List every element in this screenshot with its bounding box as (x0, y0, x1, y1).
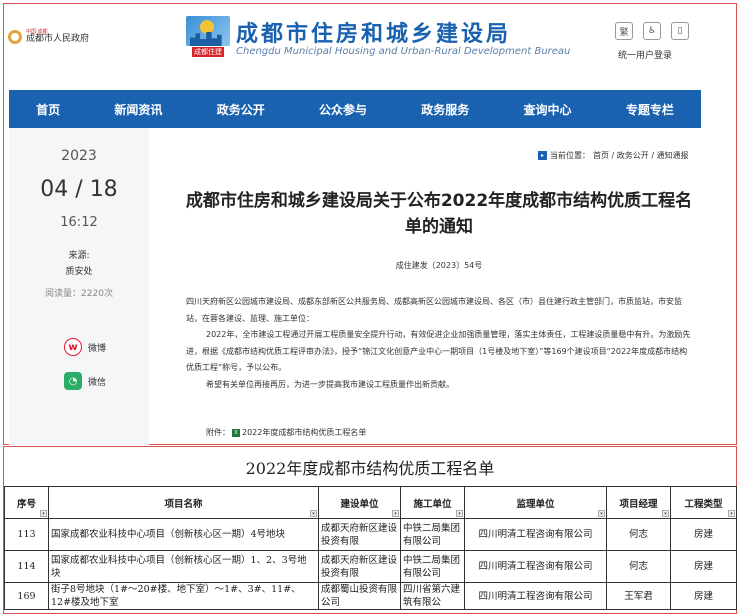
traditional-chinese-icon[interactable]: 繁 (615, 22, 633, 40)
publish-time: 16:12 (60, 215, 98, 230)
cell-builder: 成都天府新区建设投资有限 (318, 550, 401, 583)
cell-type: 房建 (670, 550, 737, 583)
article-info-panel: 2023 04 / 18 16:12 来源: 质安处 阅读量：2220次 w 微… (9, 128, 149, 445)
attachment-label: 附件： (206, 428, 230, 437)
cell-index: 114 (4, 550, 49, 583)
share-wechat-button[interactable]: ◔ 微信 (64, 372, 106, 390)
column-header-index[interactable]: 序号 ▾ (4, 486, 49, 519)
breadcrumb-path[interactable]: 首页 / 政务公开 / 通知通报 (593, 150, 689, 161)
cell-project-name: 国家成都农业科技中心项目（创新核心区一期）4号地块 (48, 518, 319, 551)
table-header-row: 序号 ▾ 项目名称 ▾ 建设单位 ▾ 施工单位 ▾ 监理单位 ▾ 项目经理 ▾ 工程类型 ▾ (4, 486, 737, 519)
project-list-table: 序号 ▾ 项目名称 ▾ 建设单位 ▾ 施工单位 ▾ 监理单位 ▾ 项目经理 ▾ 工程类型 ▾ … (4, 486, 737, 610)
filter-dropdown-icon: ▾ (392, 510, 399, 517)
nav-item-home[interactable]: 首页 (30, 101, 66, 118)
cell-contractor: 四川省第六建筑有限公 (400, 582, 465, 610)
publish-year: 2023 (61, 148, 97, 164)
cell-project-name: 国家成都农业科技中心项目（创新核心区一期）1、2、3号地块 (48, 550, 319, 583)
table-row: 114 国家成都农业科技中心项目（创新核心区一期）1、2、3号地块 成都天府新区… (4, 550, 737, 583)
sun-icon (200, 20, 214, 34)
government-emblem-icon (8, 30, 22, 44)
header-tools: 繁 ♿ ▯ (615, 22, 689, 40)
excel-file-icon: X (232, 428, 240, 437)
attachment-link[interactable]: 2022年度成都市结构优质工程名单 (242, 427, 366, 438)
cell-project-name: 街子8号地块（1#～20#楼、地下室）～1#、3#、11#、12#楼及地下室 (48, 582, 319, 610)
breadcrumb-label: 当前位置： (550, 151, 590, 160)
cell-type: 房建 (670, 518, 737, 551)
cell-manager: 王军君 (606, 582, 671, 610)
column-header-builder[interactable]: 建设单位 ▾ (318, 486, 401, 519)
cell-supervisor: 四川明清工程咨询有限公司 (464, 582, 607, 610)
chengdu-government-logo[interactable]: 中国·成都 成都市人民政府 (8, 30, 89, 44)
mobile-icon[interactable]: ▯ (671, 22, 689, 40)
filter-dropdown-icon: ▾ (598, 510, 605, 517)
column-header-manager[interactable]: 项目经理 ▾ (606, 486, 671, 519)
article-paragraph: 希望有关单位再接再厉，为进一步提高我市建设工程质量作出新贡献。 (206, 379, 454, 389)
cell-contractor: 中铁二局集团有限公司 (400, 518, 465, 551)
article-title: 成都市住房和城乡建设局关于公布2022年度成都市结构优质工程名单的通知 (185, 191, 693, 237)
main-nav: 首页 新闻资讯 政务公开 公众参与 政务服务 查询中心 专题专栏 (9, 90, 701, 128)
article-paragraph: 2022年，全市建设工程通过开展工程质量安全提升行动，有效促进企业加强质量管理，… (186, 330, 691, 372)
nav-item-gov-affairs[interactable]: 政务公开 (211, 101, 271, 118)
bureau-logo[interactable]: 成都住建 (186, 16, 230, 58)
gov-name: 成都市人民政府 (26, 34, 90, 44)
cell-type: 房建 (670, 582, 737, 610)
publish-month-day: 04 / 18 (40, 177, 118, 202)
cell-index: 113 (4, 518, 49, 551)
table-row: 113 国家成都农业科技中心项目（创新核心区一期）4号地块 成都天府新区建设投资… (4, 518, 737, 551)
breadcrumb: ▸ 当前位置： 首页 / 政务公开 / 通知通报 (538, 150, 689, 161)
source-label: 来源: (68, 251, 90, 261)
cell-builder: 成都蜀山投资有限公司 (318, 582, 401, 610)
share-weibo-label: 微博 (88, 343, 107, 354)
nav-item-topics[interactable]: 专题专栏 (620, 101, 680, 118)
cell-manager: 何志 (606, 550, 671, 583)
location-icon: ▸ (538, 151, 547, 160)
sheet-title: 2022年度成都市结构优质工程名单 (245, 459, 495, 478)
filter-dropdown-icon: ▾ (310, 510, 317, 517)
wechat-icon: ◔ (64, 372, 82, 390)
nav-item-news[interactable]: 新闻资讯 (108, 101, 168, 118)
nav-item-query[interactable]: 查询中心 (518, 101, 578, 118)
cell-builder: 成都天府新区建设投资有限 (318, 518, 401, 551)
unified-login-link[interactable]: 统一用户登录 (618, 48, 672, 61)
accessibility-icon[interactable]: ♿ (643, 22, 661, 40)
site-subtitle: Chengdu Municipal Housing and Urban-Rura… (236, 46, 571, 57)
read-count: 阅读量：2220次 (45, 289, 113, 299)
column-header-type[interactable]: 工程类型 ▾ (670, 486, 737, 519)
nav-item-participation[interactable]: 公众参与 (313, 101, 373, 118)
filter-dropdown-icon: ▾ (40, 510, 47, 517)
cell-supervisor: 四川明清工程咨询有限公司 (464, 518, 607, 551)
filter-dropdown-icon: ▾ (456, 510, 463, 517)
filter-dropdown-icon: ▾ (728, 510, 735, 517)
source-value: 质安处 (65, 267, 93, 277)
cell-supervisor: 四川明清工程咨询有限公司 (464, 550, 607, 583)
share-weibo-button[interactable]: w 微博 (64, 338, 106, 356)
attachment: 附件： X 2022年度成都市结构优质工程名单 (206, 427, 366, 438)
column-header-supervisor[interactable]: 监理单位 ▾ (464, 486, 607, 519)
column-header-contractor[interactable]: 施工单位 ▾ (400, 486, 465, 519)
article-body: 四川天府新区公园城市建设局、成都东部新区公共服务局、成都高新区公园城市建设局、各… (186, 294, 694, 393)
nav-item-services[interactable]: 政务服务 (415, 101, 475, 118)
site-title: 成都市住房和城乡建设局 (236, 22, 512, 47)
logo-tag: 成都住建 (192, 47, 224, 57)
document-number: 成住建发〔2023〕54号 (395, 261, 483, 270)
column-header-project-name[interactable]: 项目名称 ▾ (48, 486, 319, 519)
cell-index: 169 (4, 582, 49, 610)
article-paragraph: 四川天府新区公园城市建设局、成都东部新区公共服务局、成都高新区公园城市建设局、各… (186, 297, 682, 323)
weibo-icon: w (64, 338, 82, 356)
cell-contractor: 中铁二局集团有限公司 (400, 550, 465, 583)
cell-manager: 何志 (606, 518, 671, 551)
share-wechat-label: 微信 (88, 377, 107, 388)
filter-dropdown-icon: ▾ (662, 510, 669, 517)
table-row: 169 街子8号地块（1#～20#楼、地下室）～1#、3#、11#、12#楼及地… (4, 582, 737, 610)
